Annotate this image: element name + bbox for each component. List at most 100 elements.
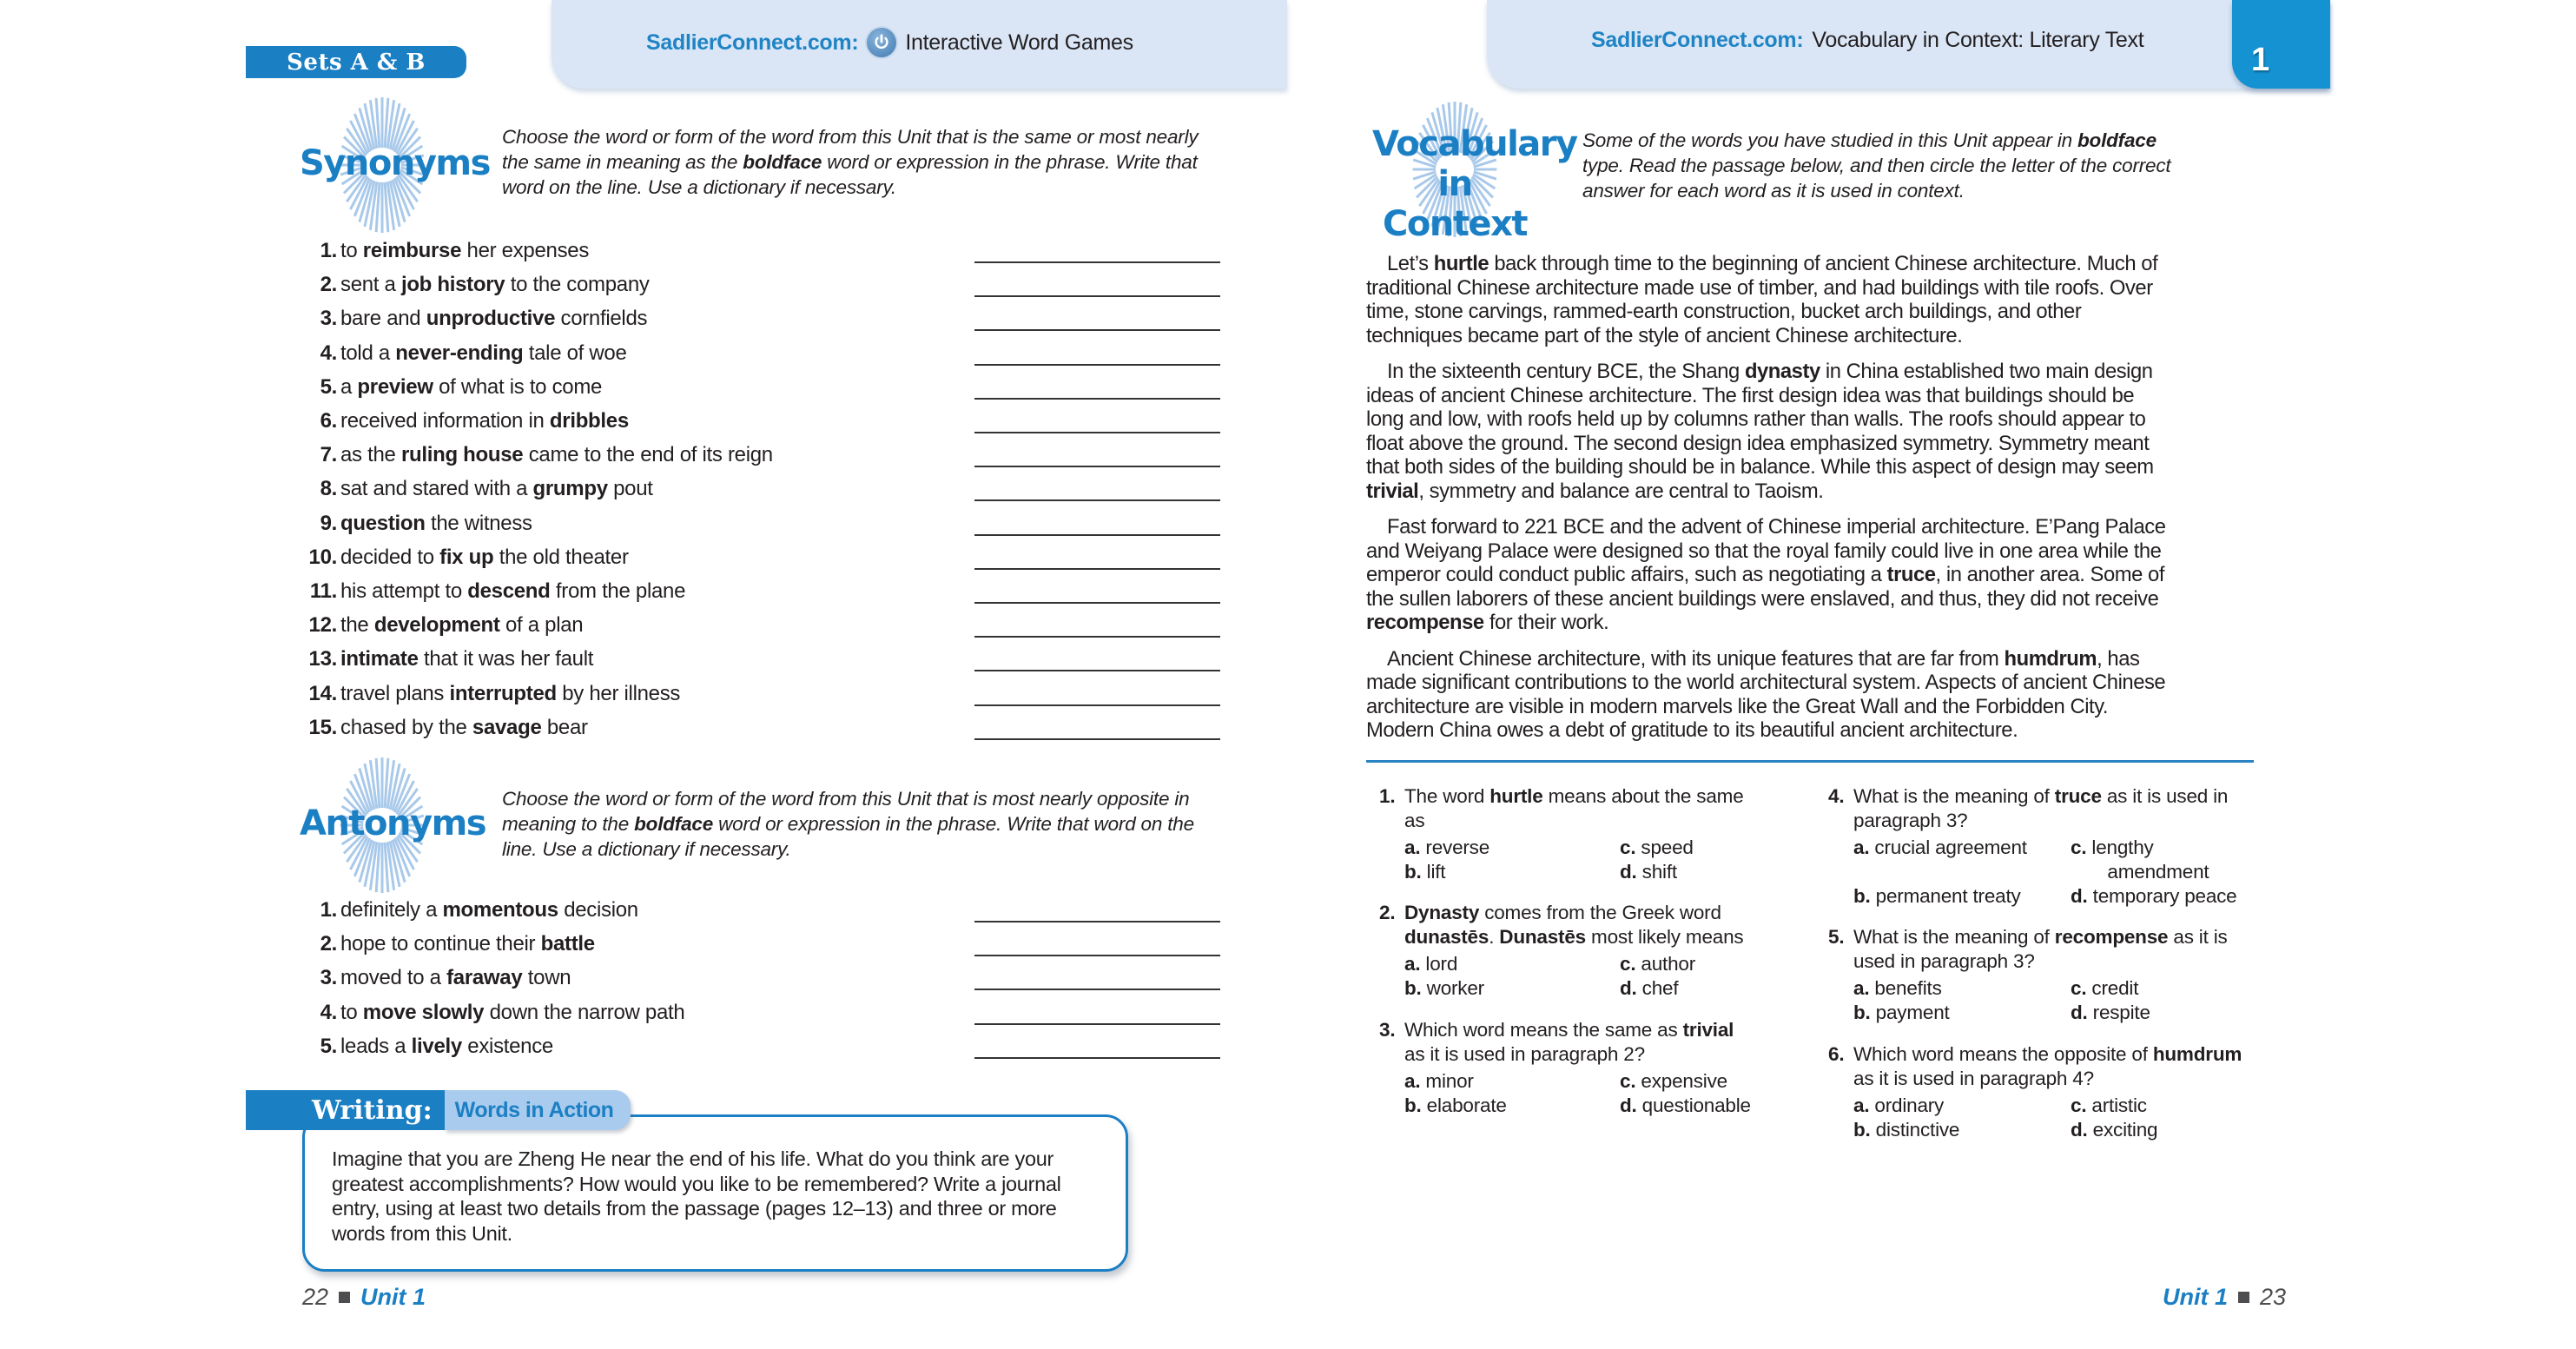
item-number: 4.: [320, 341, 338, 365]
answer-line[interactable]: [974, 432, 1220, 433]
answer-option[interactable]: b. worker: [1404, 976, 1484, 1001]
answer-option[interactable]: a. minor: [1404, 1069, 1474, 1094]
vocab-word: job history: [400, 273, 505, 297]
instr-text: Some of the words you have studied in th…: [1582, 129, 2077, 151]
answer-line[interactable]: [974, 329, 1220, 332]
vocab-word: descend: [467, 579, 551, 603]
site-name: SadlierConnect.com:: [646, 30, 859, 55]
synonym-item: 15. chased by the savage bear: [287, 716, 1242, 750]
answer-option[interactable]: a. crucial agreement: [1853, 836, 2027, 860]
antonym-item: 5. leads a lively existence: [287, 1035, 1242, 1068]
answer-option[interactable]: c. expensive: [1620, 1069, 1727, 1094]
synonym-item: 11. his attempt to descend from the plane: [287, 579, 1242, 613]
answer-line[interactable]: [974, 567, 1220, 570]
sadlier-link-word-games[interactable]: SadlierConnect.com: Interactive Word Gam…: [646, 28, 1133, 57]
answer-option[interactable]: c. author: [1620, 952, 1695, 976]
item-number: 15.: [308, 715, 338, 739]
answer-option[interactable]: d. questionable: [1620, 1094, 1751, 1118]
item-phrase: a preview of what is to come: [340, 374, 603, 399]
answer-line[interactable]: [974, 295, 1220, 298]
answer-line[interactable]: [974, 921, 1220, 922]
answer-option[interactable]: a. ordinary: [1853, 1094, 1944, 1118]
item-number: 6.: [320, 409, 338, 433]
question-number: 3.: [1379, 1019, 1396, 1041]
answer-line[interactable]: [974, 955, 1220, 957]
answer-line[interactable]: [974, 466, 1220, 468]
vocab-word: dynasty: [1744, 360, 1820, 383]
reading-passage: Let’s hurtle back through time to the be…: [1366, 252, 2170, 755]
answer-line[interactable]: [974, 1022, 1220, 1025]
answer-option[interactable]: d. respite: [2071, 1001, 2150, 1025]
synonym-item: 1. to reimburse her expenses: [287, 239, 1242, 273]
question-number: 4.: [1828, 785, 1845, 807]
item-number: 3.: [320, 307, 338, 331]
answer-line[interactable]: [974, 989, 1220, 991]
vocab-word: question: [340, 511, 426, 535]
answer-line[interactable]: [974, 261, 1220, 263]
answer-line[interactable]: [974, 1056, 1220, 1059]
antonym-item: 1. definitely a momentous decision: [287, 898, 1242, 932]
answer-option[interactable]: b. payment: [1853, 1001, 1950, 1025]
vocab-word: development: [373, 613, 500, 638]
item-number: 7.: [320, 443, 338, 467]
answer-option[interactable]: a. reverse: [1404, 836, 1489, 860]
vocab-word: reimburse: [362, 239, 462, 262]
synonyms-badge: Synonyms: [300, 96, 491, 235]
question-number: 5.: [1828, 926, 1845, 948]
antonyms-badge: Antonyms: [300, 756, 487, 895]
header-label: Vocabulary in Context: Literary Text: [1812, 28, 2144, 52]
item-number: 5.: [320, 1034, 338, 1058]
vocab-word: ruling house: [400, 443, 524, 467]
question: 5. What is the meaning of recompense as i…: [1828, 925, 2245, 1025]
question: 4. What is the meaning of truce as it is …: [1828, 784, 2245, 909]
passage-paragraph: Fast forward to 221 BCE and the advent o…: [1366, 515, 2166, 634]
antonym-item: 4. to move slowly down the narrow path: [287, 1001, 1242, 1035]
unit-label: Unit 1: [360, 1284, 426, 1310]
answer-line[interactable]: [974, 737, 1220, 740]
answer-line[interactable]: [974, 602, 1220, 604]
vocab-word: preview: [357, 374, 433, 399]
answer-line[interactable]: [974, 704, 1220, 706]
answer-option[interactable]: d. shift: [1620, 860, 1677, 884]
answer-option[interactable]: b. permanent treaty: [1853, 884, 2021, 909]
answer-line[interactable]: [974, 397, 1220, 400]
vocab-word: battle: [540, 932, 596, 956]
answer-option[interactable]: c. artistic: [2071, 1094, 2147, 1118]
answer-line[interactable]: [974, 363, 1220, 366]
vocab-context-badge: Vocabulary in Context: [1372, 100, 1578, 244]
question-number: 6.: [1828, 1043, 1845, 1065]
sadlier-link-vocab-context[interactable]: SadlierConnect.com: Vocabulary in Contex…: [1591, 28, 2144, 53]
answer-line[interactable]: [974, 636, 1220, 638]
question-number: 1.: [1379, 785, 1396, 807]
answer-option[interactable]: d. chef: [1620, 976, 1679, 1001]
answer-option[interactable]: d. temporary peace: [2071, 884, 2237, 909]
question-stem: The word hurtle means about the same as: [1404, 785, 1744, 831]
synonym-item: 7. as the ruling house came to the end of…: [287, 443, 1242, 477]
power-icon[interactable]: [867, 28, 897, 57]
question-number: 2.: [1379, 902, 1396, 923]
answer-option[interactable]: b. distinctive: [1853, 1118, 1959, 1142]
answer-option[interactable]: c. credit: [2071, 976, 2138, 1001]
answer-option[interactable]: b. elaborate: [1404, 1094, 1507, 1118]
item-phrase: moved to a faraway town: [340, 966, 571, 990]
item-phrase: sent a job history to the company: [340, 273, 650, 297]
answer-option[interactable]: d. exciting: [2071, 1118, 2158, 1142]
item-number: 4.: [320, 1000, 338, 1024]
header-left: SadlierConnect.com: Interactive Word Gam…: [552, 0, 1287, 89]
question-stem: What is the meaning of truce as it is us…: [1853, 785, 2229, 831]
answer-line[interactable]: [974, 499, 1220, 502]
question-stem: Which word means the same as trivial as …: [1404, 1019, 1734, 1065]
answer-option[interactable]: a. benefits: [1853, 976, 1942, 1001]
item-number: 5.: [320, 374, 338, 399]
item-phrase: to reimburse her expenses: [340, 239, 590, 262]
answer-option[interactable]: c. lengthy amendment: [2071, 836, 2209, 883]
vocab-word: faraway: [446, 966, 523, 990]
answer-line[interactable]: [974, 533, 1220, 536]
answer-option[interactable]: b. lift: [1404, 860, 1446, 884]
answer-line[interactable]: [974, 670, 1220, 672]
footer-right: Unit 1 23: [2163, 1284, 2286, 1311]
answer-option[interactable]: c. speed: [1620, 836, 1694, 860]
question: 6. Which word means the opposite of humdr…: [1828, 1042, 2245, 1142]
title-line: Vocabulary: [1372, 124, 1578, 164]
answer-option[interactable]: a. lord: [1404, 952, 1457, 976]
